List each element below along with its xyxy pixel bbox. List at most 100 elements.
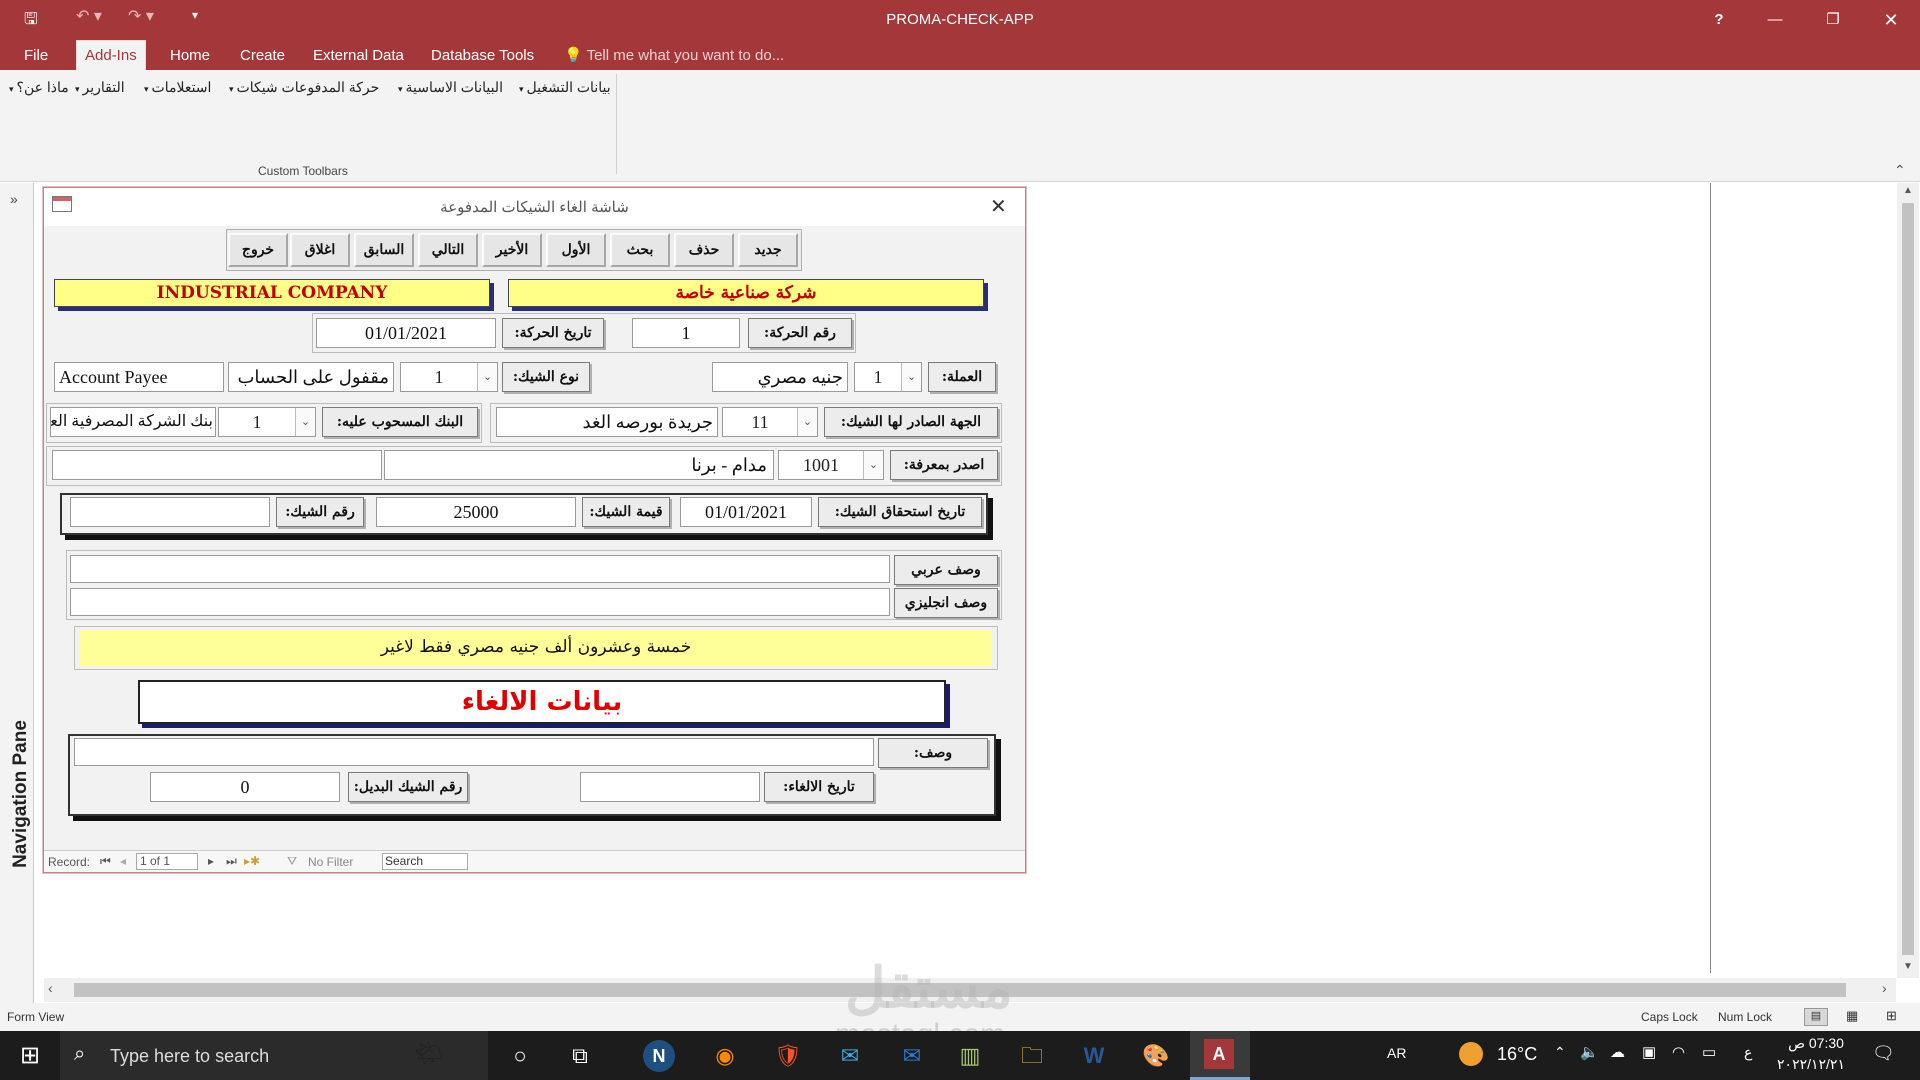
tab-external-data[interactable]: External Data — [305, 46, 412, 70]
chevron-down-icon[interactable]: ⌄ — [477, 363, 497, 391]
tab-database-tools[interactable]: Database Tools — [423, 46, 542, 70]
wifi-icon[interactable]: ◠ — [1672, 1043, 1685, 1061]
menu-check-payments[interactable]: حركة المدفوعات شيكات▾ — [226, 79, 379, 96]
check-no-field[interactable] — [70, 497, 270, 527]
menu-reports[interactable]: التقارير▾ — [72, 79, 125, 96]
datasheet-view-icon[interactable]: ▦ — [1846, 1008, 1858, 1024]
cancel-date-field[interactable] — [580, 772, 760, 802]
last-button[interactable]: الأخير — [482, 233, 542, 267]
language-indicator[interactable]: AR — [1387, 1045, 1406, 1061]
last-record-icon[interactable]: ⏭ — [226, 854, 237, 869]
currency-combo[interactable]: 1 ⌄ — [854, 362, 922, 392]
help-button[interactable]: ? — [1696, 6, 1742, 34]
close-form-button[interactable]: اغلاق — [290, 233, 350, 267]
taskbar-search-box[interactable]: ⌕ Type here to search 🌤 — [60, 1031, 488, 1080]
app-chart-icon[interactable]: ▥ — [950, 1038, 990, 1074]
first-button[interactable]: الأول — [546, 233, 606, 267]
chevron-down-icon: ▾ — [398, 84, 403, 94]
alt-check-field[interactable]: 0 — [150, 772, 340, 802]
tab-home[interactable]: Home — [162, 46, 218, 70]
chevron-down-icon[interactable]: ⌄ — [295, 408, 315, 436]
chevron-down-icon[interactable]: ⌄ — [797, 408, 817, 436]
previous-button[interactable]: السابق — [354, 233, 414, 267]
app-n-icon[interactable]: N — [643, 1040, 675, 1072]
clock-date[interactable]: ٢٠٢٢/١٢/٢١ — [1766, 1056, 1856, 1073]
battery-icon[interactable]: ▭ — [1702, 1043, 1716, 1061]
next-record-icon[interactable]: ▸ — [208, 854, 214, 868]
paint-icon[interactable]: 🎨 — [1136, 1038, 1176, 1074]
tell-me-search[interactable]: 💡 Tell me what you want to do... — [556, 46, 792, 70]
minimize-button[interactable]: — — [1752, 6, 1798, 34]
search-button[interactable]: بحث — [610, 233, 670, 267]
payee-combo[interactable]: 11 ⌄ — [722, 407, 818, 437]
restore-button[interactable]: ❐ — [1810, 6, 1856, 34]
tab-file[interactable]: File — [16, 46, 56, 70]
chevron-down-icon[interactable]: ⌄ — [901, 363, 921, 391]
bank-combo[interactable]: 1 ⌄ — [218, 407, 316, 437]
delete-button[interactable]: حذف — [674, 233, 734, 267]
volume-icon[interactable]: 🔈 — [1580, 1043, 1599, 1061]
new-button[interactable]: جديد — [738, 233, 798, 267]
transaction-date-field[interactable]: 01/01/2021 — [316, 318, 496, 348]
desc-ar-field[interactable] — [70, 555, 890, 583]
check-type-combo[interactable]: 1 ⌄ — [400, 362, 498, 392]
ribbon-divider — [616, 74, 617, 174]
scroll-right-icon[interactable]: › — [1882, 980, 1887, 996]
brave-icon[interactable]: 🛡 — [768, 1038, 808, 1074]
close-button[interactable]: ✕ — [1868, 6, 1914, 34]
tray-chevron-icon[interactable]: ⌃ — [1554, 1044, 1566, 1061]
windows-start-icon[interactable]: ⊞ — [10, 1038, 50, 1074]
chevron-down-icon[interactable]: ⌄ — [863, 451, 883, 479]
weather-widget-icon[interactable]: 🌤 — [414, 1039, 444, 1068]
meet-now-icon[interactable]: ▣ — [1642, 1043, 1656, 1061]
desc-en-field[interactable] — [70, 588, 890, 616]
form-view-icon[interactable]: ▤ — [1804, 1008, 1828, 1026]
word-icon[interactable]: W — [1074, 1038, 1114, 1074]
no-filter-label[interactable]: No Filter — [308, 855, 353, 869]
layout-view-icon[interactable]: ⊞ — [1886, 1008, 1897, 1024]
navigation-pane[interactable]: » Navigation Pane — [0, 183, 34, 1003]
tab-add-ins[interactable]: Add-Ins — [76, 40, 146, 70]
transaction-no-field[interactable]: 1 — [632, 318, 740, 348]
exit-button[interactable]: خروج — [228, 233, 288, 267]
title-bar: 🖫 ↶ ▾ ↷ ▾ ▾ PROMA-CHECK-APP ? — ❐ ✕ — [0, 0, 1920, 40]
menu-basic-data[interactable]: البيانات الاساسية▾ — [395, 79, 503, 96]
new-record-icon[interactable]: ▸✱ — [244, 854, 260, 868]
notifications-icon[interactable]: 🗨 — [1872, 1043, 1895, 1064]
first-record-icon[interactable]: ⏮ — [100, 854, 111, 869]
clock-time[interactable]: 07:30 ص — [1776, 1035, 1856, 1052]
vertical-scrollbar[interactable]: ▲ ▼ — [1897, 183, 1919, 978]
form-close-icon[interactable]: ✕ — [990, 194, 1007, 219]
prev-record-icon[interactable]: ◂ — [120, 854, 126, 868]
scroll-thumb[interactable] — [1902, 203, 1914, 955]
cancel-desc-field[interactable] — [74, 738, 874, 766]
task-view-icon[interactable]: ⧉ — [560, 1038, 600, 1074]
temperature[interactable]: 16°C — [1497, 1044, 1537, 1065]
issued-by-combo[interactable]: 1001 ⌄ — [778, 450, 884, 480]
menu-what-about[interactable]: ماذا عن؟▾ — [6, 79, 69, 96]
scroll-up-icon[interactable]: ▲ — [1903, 185, 1913, 196]
scroll-left-icon[interactable]: ‹ — [48, 980, 53, 996]
menu-queries[interactable]: استعلامات▾ — [141, 79, 211, 96]
collapse-ribbon-icon[interactable]: ⌃ — [1894, 162, 1906, 179]
next-button[interactable]: التالي — [418, 233, 478, 267]
due-date-field[interactable]: 01/01/2021 — [680, 497, 812, 527]
amount-field[interactable]: 25000 — [376, 497, 576, 527]
onedrive-icon[interactable]: ☁ — [1610, 1043, 1625, 1061]
cortana-icon[interactable]: ○ — [500, 1038, 540, 1074]
record-search-input[interactable]: Search — [382, 853, 468, 870]
bank-label: البنك المسحوب عليه: — [322, 407, 478, 437]
input-method-indicator[interactable]: ع — [1744, 1044, 1752, 1061]
access-taskbar-item[interactable]: A — [1190, 1031, 1250, 1080]
tab-create[interactable]: Create — [232, 46, 293, 70]
record-position[interactable]: 1 of 1 — [136, 853, 198, 870]
expand-nav-icon[interactable]: » — [10, 191, 18, 207]
mail-icon[interactable]: ✉ — [830, 1038, 870, 1074]
scroll-down-icon[interactable]: ▼ — [1903, 961, 1913, 972]
file-explorer-icon[interactable]: 🗀 — [1012, 1038, 1052, 1074]
filter-icon: ⛛ — [287, 854, 298, 868]
firefox-icon[interactable]: ◉ — [705, 1038, 745, 1074]
issued-by-extra[interactable] — [52, 450, 382, 480]
menu-operation-data[interactable]: بيانات التشغيل▾ — [516, 79, 611, 96]
outlook-icon[interactable]: ✉ — [892, 1038, 932, 1074]
